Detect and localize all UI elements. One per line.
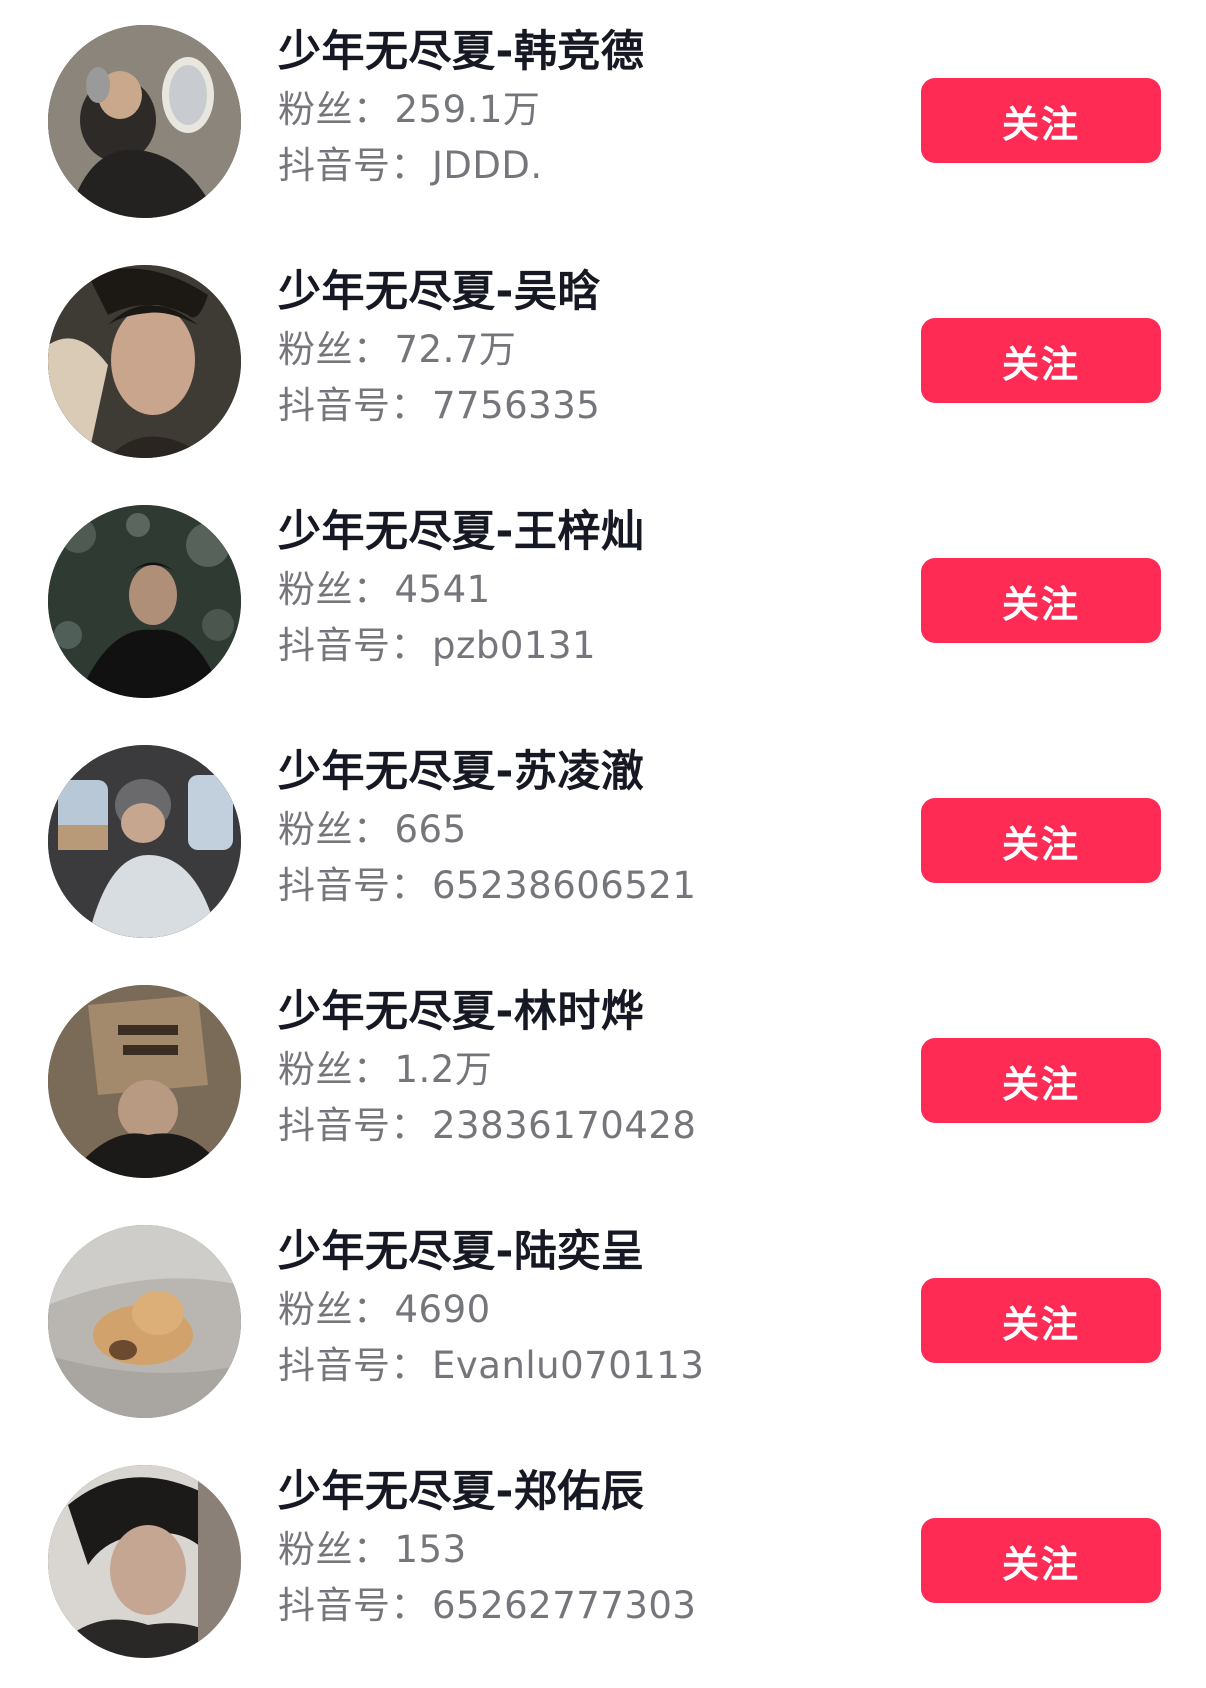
follow-button[interactable]: 关注: [921, 798, 1161, 883]
user-name[interactable]: 少年无尽夏-陆奕呈: [278, 1222, 878, 1282]
user-row[interactable]: 少年无尽夏-吴晗 粉丝： 72.7万 抖音号： 7756335 关注: [0, 240, 1206, 480]
douyin-id-label: 抖音号：: [278, 624, 428, 667]
user-name[interactable]: 少年无尽夏-王梓灿: [278, 502, 878, 562]
user-name[interactable]: 少年无尽夏-韩竞德: [278, 22, 878, 82]
avatar-image: [48, 505, 241, 698]
fans-count: 1.2万: [394, 1048, 493, 1091]
douyin-id-line: 抖音号： JDDD.: [278, 138, 878, 194]
fans-label: 粉丝：: [278, 88, 391, 131]
avatar[interactable]: [48, 1465, 241, 1658]
avatar[interactable]: [48, 265, 241, 458]
douyin-id-label: 抖音号：: [278, 1584, 428, 1627]
fans-line: 粉丝： 4690: [278, 1282, 878, 1338]
douyin-id: 7756335: [432, 384, 601, 427]
fans-line: 粉丝： 665: [278, 802, 878, 858]
fans-label: 粉丝：: [278, 1048, 391, 1091]
avatar[interactable]: [48, 985, 241, 1178]
avatar-image: [48, 265, 241, 458]
follow-button[interactable]: 关注: [921, 1278, 1161, 1363]
fans-count: 4690: [394, 1288, 491, 1331]
avatar[interactable]: [48, 505, 241, 698]
user-row[interactable]: 少年无尽夏-林时烨 粉丝： 1.2万 抖音号： 23836170428 关注: [0, 960, 1206, 1200]
avatar-image: [48, 985, 241, 1178]
avatar[interactable]: [48, 745, 241, 938]
douyin-id-label: 抖音号：: [278, 1344, 428, 1387]
douyin-id: 65238606521: [432, 864, 697, 907]
fans-label: 粉丝：: [278, 1288, 391, 1331]
fans-label: 粉丝：: [278, 328, 391, 371]
avatar-image: [48, 1225, 241, 1418]
avatar[interactable]: [48, 25, 241, 218]
user-info: 少年无尽夏-陆奕呈 粉丝： 4690 抖音号： Evanlu070113: [278, 1222, 878, 1394]
fans-count: 153: [394, 1528, 467, 1571]
user-info: 少年无尽夏-苏凌澈 粉丝： 665 抖音号： 65238606521: [278, 742, 878, 914]
fans-count: 72.7万: [394, 328, 517, 371]
douyin-id-line: 抖音号： 65238606521: [278, 858, 878, 914]
fans-line: 粉丝： 72.7万: [278, 322, 878, 378]
fans-label: 粉丝：: [278, 568, 391, 611]
avatar-image: [48, 25, 241, 218]
follow-button[interactable]: 关注: [921, 1038, 1161, 1123]
user-name[interactable]: 少年无尽夏-吴晗: [278, 262, 878, 322]
fans-count: 4541: [394, 568, 491, 611]
user-name[interactable]: 少年无尽夏-苏凌澈: [278, 742, 878, 802]
douyin-id-label: 抖音号：: [278, 864, 428, 907]
fans-line: 粉丝： 259.1万: [278, 82, 878, 138]
follow-button[interactable]: 关注: [921, 558, 1161, 643]
fans-line: 粉丝： 153: [278, 1522, 878, 1578]
follow-button[interactable]: 关注: [921, 1518, 1161, 1603]
douyin-id-line: 抖音号： 7756335: [278, 378, 878, 434]
avatar[interactable]: [48, 1225, 241, 1418]
fans-label: 粉丝：: [278, 1528, 391, 1571]
avatar-image: [48, 745, 241, 938]
douyin-id: 65262777303: [432, 1584, 697, 1627]
douyin-id-line: 抖音号： Evanlu070113: [278, 1338, 878, 1394]
douyin-id: 23836170428: [432, 1104, 697, 1147]
user-name[interactable]: 少年无尽夏-林时烨: [278, 982, 878, 1042]
user-info: 少年无尽夏-林时烨 粉丝： 1.2万 抖音号： 23836170428: [278, 982, 878, 1154]
douyin-id-line: 抖音号： pzb0131: [278, 618, 878, 674]
douyin-id-line: 抖音号： 65262777303: [278, 1578, 878, 1634]
fans-line: 粉丝： 4541: [278, 562, 878, 618]
user-row[interactable]: 少年无尽夏-苏凌澈 粉丝： 665 抖音号： 65238606521 关注: [0, 720, 1206, 960]
douyin-id-label: 抖音号：: [278, 144, 428, 187]
douyin-id: JDDD.: [432, 144, 543, 187]
douyin-id: Evanlu070113: [432, 1344, 705, 1387]
user-row[interactable]: 少年无尽夏-郑佑辰 粉丝： 153 抖音号： 65262777303 关注: [0, 1440, 1206, 1680]
fans-count: 665: [394, 808, 467, 851]
follow-button[interactable]: 关注: [921, 78, 1161, 163]
douyin-id-label: 抖音号：: [278, 384, 428, 427]
user-info: 少年无尽夏-郑佑辰 粉丝： 153 抖音号： 65262777303: [278, 1462, 878, 1634]
fans-line: 粉丝： 1.2万: [278, 1042, 878, 1098]
user-row[interactable]: 少年无尽夏-王梓灿 粉丝： 4541 抖音号： pzb0131 关注: [0, 480, 1206, 720]
fans-count: 259.1万: [394, 88, 541, 131]
user-row[interactable]: 少年无尽夏-陆奕呈 粉丝： 4690 抖音号： Evanlu070113 关注: [0, 1200, 1206, 1440]
user-info: 少年无尽夏-吴晗 粉丝： 72.7万 抖音号： 7756335: [278, 262, 878, 434]
douyin-id: pzb0131: [432, 624, 597, 667]
fans-label: 粉丝：: [278, 808, 391, 851]
avatar-image: [48, 1465, 241, 1658]
douyin-id-label: 抖音号：: [278, 1104, 428, 1147]
user-info: 少年无尽夏-王梓灿 粉丝： 4541 抖音号： pzb0131: [278, 502, 878, 674]
user-row[interactable]: 少年无尽夏-韩竞德 粉丝： 259.1万 抖音号： JDDD. 关注: [0, 0, 1206, 240]
douyin-id-line: 抖音号： 23836170428: [278, 1098, 878, 1154]
user-name[interactable]: 少年无尽夏-郑佑辰: [278, 1462, 878, 1522]
follow-button[interactable]: 关注: [921, 318, 1161, 403]
user-info: 少年无尽夏-韩竞德 粉丝： 259.1万 抖音号： JDDD.: [278, 22, 878, 194]
